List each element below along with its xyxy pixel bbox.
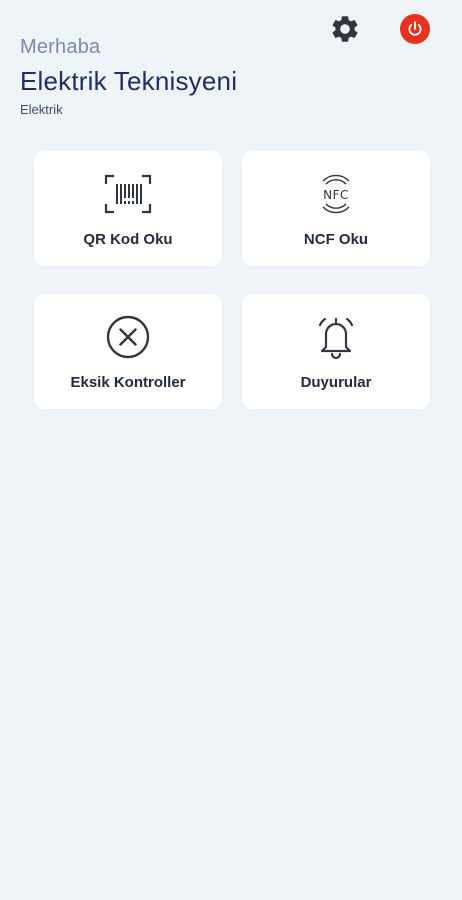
power-icon (408, 21, 422, 36)
nfc-read-card[interactable]: NFC NCF Oku (242, 151, 430, 266)
logout-button[interactable] (400, 14, 430, 44)
barcode-scan-icon (103, 169, 153, 219)
gear-icon (332, 16, 358, 42)
announcements-card[interactable]: Duyurular (242, 294, 430, 409)
greeting-text: Merhaba (20, 36, 101, 58)
announcements-label: Duyurular (300, 374, 372, 391)
settings-button[interactable] (328, 12, 362, 46)
user-role: Elektrik (20, 102, 63, 117)
missing-controls-card[interactable]: Eksik Kontroller (34, 294, 222, 409)
nfc-read-label: NCF Oku (303, 231, 369, 248)
bell-icon (311, 312, 361, 362)
missing-controls-label: Eksik Kontroller (70, 374, 186, 391)
top-actions (328, 12, 430, 46)
user-name: Elektrik Teknisyeni (20, 66, 238, 96)
nfc-icon: NFC (311, 169, 361, 219)
nfc-icon-text: NFC (323, 188, 349, 202)
menu-grid: QR Kod Oku NFC NCF Oku Eksik Kontroller (34, 151, 430, 409)
x-circle-icon (103, 312, 153, 362)
qr-scan-card[interactable]: QR Kod Oku (34, 151, 222, 266)
qr-scan-label: QR Kod Oku (83, 231, 173, 248)
